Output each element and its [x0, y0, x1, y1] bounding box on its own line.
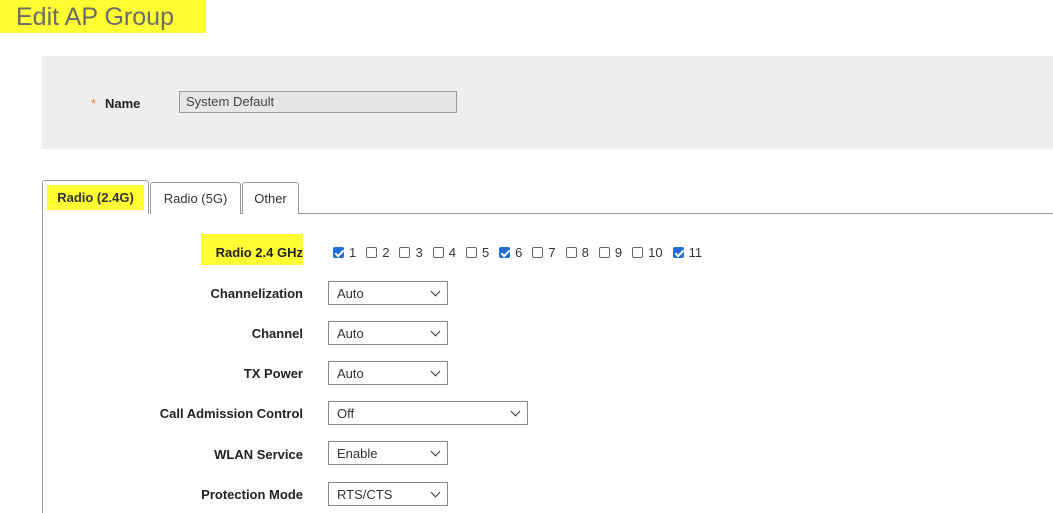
- name-label: Name: [105, 96, 141, 111]
- select-value: RTS/CTS: [337, 486, 393, 502]
- checkbox-unchecked[interactable]: [565, 247, 577, 258]
- channel-number: 4: [448, 245, 456, 260]
- protection-mode-select[interactable]: RTS/CTS: [328, 482, 448, 506]
- channel-checkbox-7[interactable]: 7: [532, 245, 556, 260]
- tx-power-label: TX Power: [243, 366, 303, 381]
- checkbox-unchecked[interactable]: [465, 247, 477, 258]
- tab-divider: [191, 213, 1053, 214]
- channel-checkbox-1[interactable]: 1: [333, 245, 356, 260]
- chevron-down-icon: [510, 406, 521, 416]
- channel-number: 8: [581, 245, 589, 260]
- checkbox-unchecked[interactable]: [598, 247, 610, 258]
- channel-checkbox-11[interactable]: 11: [672, 245, 703, 260]
- tab-radio-5g[interactable]: Radio (5G): [150, 182, 241, 214]
- select-value: Enable: [337, 445, 378, 461]
- channel-number: 2: [382, 245, 390, 260]
- channel-number: 5: [481, 245, 490, 260]
- channel-number: 9: [614, 245, 623, 260]
- checkbox-unchecked[interactable]: [632, 247, 644, 258]
- call-admission-label: Call Admission Control: [159, 406, 303, 421]
- channel-checkbox-4[interactable]: 4: [432, 245, 456, 260]
- channel-number: 11: [688, 245, 703, 260]
- channel-checkbox-6[interactable]: 6: [499, 245, 522, 260]
- page-title: Edit AP Group: [16, 3, 174, 31]
- channel-select[interactable]: Auto: [328, 321, 448, 345]
- select-value: Auto: [337, 285, 364, 301]
- tab-other[interactable]: Other: [242, 182, 299, 214]
- checkbox-unchecked[interactable]: [532, 247, 544, 258]
- chevron-down-icon: [430, 366, 441, 376]
- select-value: Auto: [337, 325, 364, 341]
- tab-label: Radio (5G): [163, 191, 228, 206]
- chevron-down-icon: [430, 326, 441, 336]
- protection-mode-label: Protection Mode: [201, 487, 303, 502]
- checkbox-checked[interactable]: [499, 247, 511, 258]
- chevron-down-icon: [430, 487, 441, 497]
- select-value: Auto: [337, 365, 364, 381]
- tx-power-select[interactable]: Auto: [328, 361, 448, 385]
- tab-label: Other: [254, 191, 287, 206]
- checkbox-unchecked[interactable]: [432, 247, 444, 258]
- checkbox-unchecked[interactable]: [366, 247, 378, 258]
- checkbox-unchecked[interactable]: [399, 247, 411, 258]
- channel-checkbox-group: 1 2 3 4 5 6 7 8 9 10 11: [333, 245, 712, 260]
- channel-number: 1: [349, 245, 357, 260]
- channel-checkbox-9[interactable]: 9: [598, 245, 623, 260]
- channel-number: 7: [548, 245, 556, 260]
- checkbox-checked[interactable]: [333, 247, 344, 258]
- channel-number: 10: [648, 245, 663, 260]
- name-input[interactable]: System Default: [179, 91, 457, 113]
- channel-checkbox-10[interactable]: 10: [632, 245, 663, 260]
- channel-checkbox-3[interactable]: 3: [399, 245, 423, 260]
- channel-label: Channel: [251, 326, 303, 341]
- chevron-down-icon: [430, 446, 441, 456]
- tab-bar: Radio (2.4G) Radio (5G) Other: [42, 180, 1053, 214]
- channel-checkbox-5[interactable]: 5: [465, 245, 490, 260]
- tab-radio-24g[interactable]: Radio (2.4G): [42, 180, 149, 214]
- channel-checkbox-2[interactable]: 2: [366, 245, 389, 260]
- channel-number: 6: [515, 245, 523, 260]
- required-marker: *: [91, 96, 97, 111]
- wlan-service-label: WLAN Service: [214, 447, 303, 462]
- tab-label: Radio (2.4G): [57, 190, 134, 205]
- radio-24-label: Radio 2.4 GHz: [215, 245, 303, 260]
- wlan-service-select[interactable]: Enable: [328, 441, 448, 465]
- call-admission-select[interactable]: Off: [328, 401, 528, 425]
- channelization-select[interactable]: Auto: [328, 281, 448, 305]
- channel-checkbox-8[interactable]: 8: [565, 245, 589, 260]
- tab-content-border: [42, 213, 43, 513]
- chevron-down-icon: [430, 286, 441, 296]
- channel-number: 3: [415, 245, 423, 260]
- select-value: Off: [337, 405, 355, 421]
- channelization-label: Channelization: [210, 286, 303, 301]
- checkbox-checked[interactable]: [672, 247, 684, 258]
